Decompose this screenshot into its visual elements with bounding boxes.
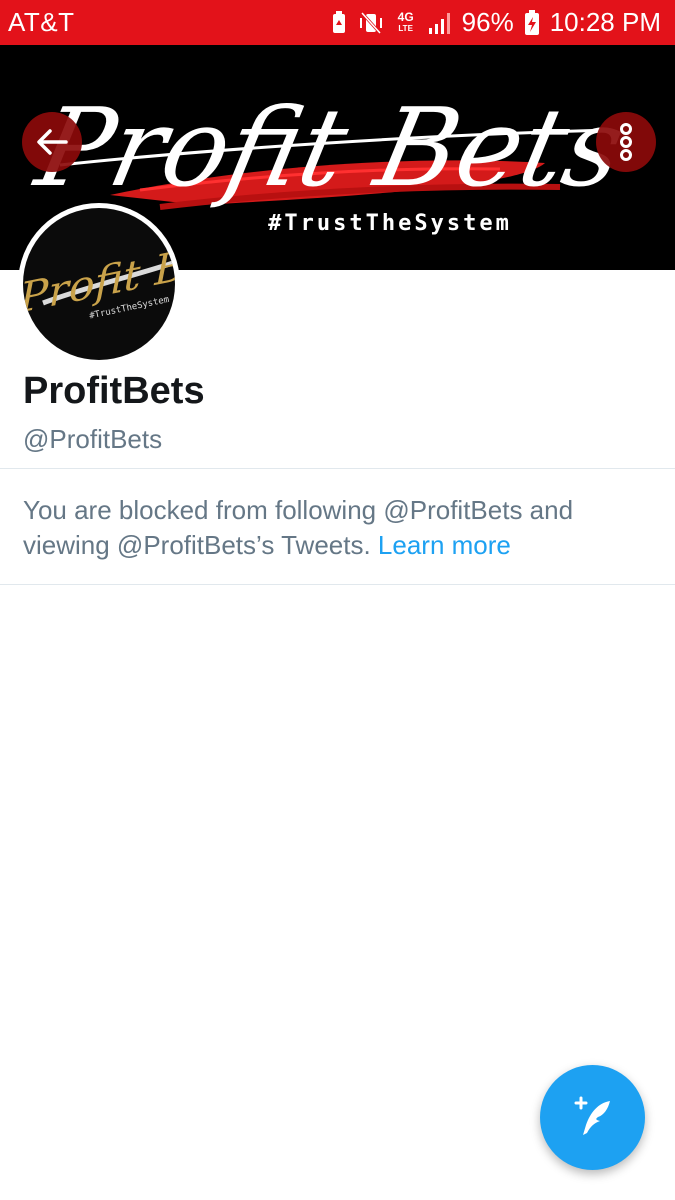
status-icons: 4G LTE 96% 10:28 PM <box>330 7 661 38</box>
status-bar: AT&T 4G LTE 96% 10:28 PM <box>0 0 675 45</box>
avatar-logo: Profit Bets #TrustTheSystem <box>23 229 175 324</box>
back-button[interactable] <box>22 112 82 172</box>
svg-text:Profit Bets: Profit Bets <box>25 85 635 211</box>
battery-percent: 96% <box>461 7 514 37</box>
arrow-left-icon <box>37 129 68 155</box>
blocked-message: You are blocked from following @ProfitBe… <box>23 493 653 563</box>
battery-charging-icon <box>524 9 539 35</box>
signal-icon <box>428 12 450 34</box>
avatar[interactable]: Profit Bets #TrustTheSystem <box>18 203 180 365</box>
divider <box>0 468 675 469</box>
learn-more-link[interactable]: Learn more <box>378 530 511 560</box>
vibrate-icon <box>359 11 382 34</box>
display-name: ProfitBets <box>23 370 205 412</box>
network-4g-lte-icon: 4G LTE <box>397 9 414 33</box>
more-vertical-icon <box>620 123 632 161</box>
more-options-button[interactable] <box>596 112 656 172</box>
clock: 10:28 PM <box>549 7 661 37</box>
compose-tweet-button[interactable] <box>540 1065 645 1170</box>
compose-feather-icon <box>574 1096 610 1135</box>
carrier-label: AT&T <box>8 7 75 37</box>
user-handle: @ProfitBets <box>23 424 163 454</box>
divider <box>0 584 675 585</box>
battery-saver-icon <box>332 10 345 33</box>
avatar-image: Profit Bets #TrustTheSystem <box>23 208 175 360</box>
